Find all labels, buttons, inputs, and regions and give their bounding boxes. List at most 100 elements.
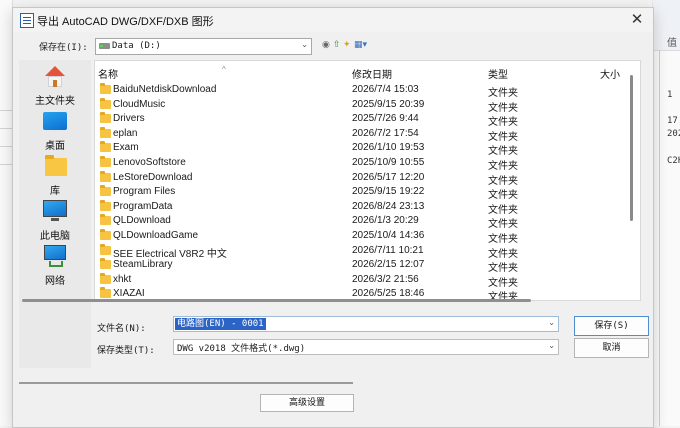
view-menu-icon[interactable]: ▦▾	[354, 39, 367, 50]
folder-icon	[100, 126, 111, 138]
dialog-app-icon	[20, 13, 34, 28]
folder-icon	[100, 214, 111, 226]
save-button[interactable]: 保存(S)	[574, 316, 649, 336]
file-row[interactable]: SteamLibrary 2026/2/15 12:07 文件夹	[95, 258, 623, 274]
place-library[interactable]: 库	[19, 152, 91, 197]
column-divider	[659, 50, 660, 426]
file-row[interactable]: LeStoreDownload 2026/5/17 12:20 文件夹	[95, 170, 623, 187]
advanced-settings-button[interactable]: 高级设置	[260, 394, 354, 412]
grid-line	[0, 110, 12, 111]
file-name: LenovoSoftstore	[113, 157, 186, 168]
place-desktop[interactable]: 桌面	[19, 107, 91, 152]
places-bar: 主文件夹 桌面 库 此电脑 网络	[19, 60, 91, 368]
filename-value: 电路图(EN) - 0001	[175, 318, 266, 330]
file-modified: 2026/7/2 17:54	[352, 127, 419, 139]
place-network[interactable]: 网络	[19, 242, 91, 287]
background-property-panel: 值 1 17. 202 C2H	[652, 0, 680, 426]
file-row[interactable]: Program Files 2025/9/15 19:22 文件夹	[95, 185, 623, 201]
column-header-label: 名称	[98, 70, 118, 81]
new-folder-icon[interactable]: ✦	[343, 39, 351, 50]
chevron-down-icon: ⌄	[548, 341, 555, 350]
file-row[interactable]: CloudMusic 2025/9/15 20:39 文件夹	[95, 97, 623, 114]
filetype-dropdown[interactable]: DWG v2018 文件格式(*.dwg) ⌄	[173, 339, 559, 355]
file-modified: 2026/1/3 20:29	[352, 215, 419, 227]
file-modified: 2026/5/25 18:46	[352, 288, 425, 300]
title-bar: 导出 AutoCAD DWG/DXF/DXB 图形 ✕	[13, 8, 653, 32]
file-row[interactable]: BaiduNetdiskDownload 2026/7/4 15:03 文件夹	[95, 83, 623, 99]
save-in-value: Data (D:)	[112, 41, 161, 51]
sort-up-icon: ^	[222, 65, 226, 74]
column-header-name[interactable]: 名称 ^	[98, 65, 226, 81]
network-icon	[44, 245, 66, 267]
column-header-size[interactable]: 大小	[600, 66, 620, 81]
property-value: 1	[667, 90, 673, 100]
file-row[interactable]: eplan 2026/7/2 17:54 文件夹	[95, 126, 623, 143]
grid-line	[0, 146, 12, 147]
computer-icon	[43, 200, 67, 221]
file-list[interactable]: 名称 ^ 修改日期 类型 大小 BaiduNetdiskDownload 2026…	[94, 60, 641, 301]
vertical-scrollbar[interactable]	[624, 75, 639, 299]
save-in-dropdown[interactable]: Data (D:) ⌄	[95, 38, 312, 55]
file-name: Program Files	[113, 186, 176, 198]
library-icon	[45, 155, 67, 176]
file-modified: 2025/9/15 19:22	[352, 186, 425, 198]
file-modified: 2025/7/26 9:44	[352, 113, 419, 125]
up-folder-icon[interactable]: ⇧	[333, 39, 341, 50]
file-name: SteamLibrary	[113, 259, 173, 271]
folder-icon	[100, 112, 111, 124]
file-name: Exam	[113, 142, 139, 154]
file-row[interactable]: xhkt 2026/3/2 21:56 文件夹	[95, 272, 623, 289]
close-icon[interactable]: ✕	[625, 10, 649, 30]
folder-icon	[100, 156, 111, 167]
file-name: BaiduNetdiskDownload	[113, 84, 217, 95]
column-header-type[interactable]: 类型	[488, 66, 508, 81]
file-modified: 2026/8/24 23:13	[352, 200, 425, 212]
place-label: 桌面	[45, 141, 65, 152]
file-modified: 2025/10/4 14:36	[352, 230, 425, 241]
cancel-button[interactable]: 取消	[574, 338, 649, 358]
file-name: XIAZAI	[113, 288, 145, 300]
save-in-label: 保存在(I):	[39, 43, 88, 53]
file-modified: 2026/2/15 12:07	[352, 259, 425, 271]
progress-separator	[19, 382, 353, 384]
home-icon	[45, 66, 65, 88]
file-row[interactable]: Exam 2026/1/10 19:53 文件夹	[95, 141, 623, 157]
folder-icon	[100, 185, 111, 197]
back-icon[interactable]: ◉	[322, 39, 330, 50]
column-header-modified[interactable]: 修改日期	[352, 66, 392, 81]
file-name: xhkt	[113, 273, 132, 285]
dialog-title: 导出 AutoCAD DWG/DXF/DXB 图形	[37, 16, 214, 28]
scrollbar-thumb[interactable]	[630, 75, 633, 221]
place-this-pc[interactable]: 此电脑	[19, 197, 91, 242]
value-column-header: 值	[667, 38, 677, 49]
place-label: 主文件夹	[35, 96, 75, 107]
file-row[interactable]: Drivers 2025/7/26 9:44 文件夹	[95, 112, 623, 128]
file-row[interactable]: ProgramData 2026/8/24 23:13 文件夹	[95, 199, 623, 216]
grid-line	[0, 128, 12, 129]
folder-icon	[100, 243, 111, 255]
folder-icon	[100, 97, 111, 109]
folder-icon	[100, 83, 111, 94]
filename-input[interactable]: 电路图(EN) - 0001 ⌄	[173, 316, 559, 332]
file-modified: 2026/7/4 15:03	[352, 84, 419, 95]
file-name: QLDownloadGame	[113, 230, 199, 241]
chevron-down-icon[interactable]: ⌄	[548, 318, 555, 327]
property-value: C2H	[667, 156, 680, 166]
file-name: ProgramData	[113, 200, 173, 212]
file-row[interactable]: LenovoSoftstore 2025/10/9 10:55 文件夹	[95, 156, 623, 172]
file-row[interactable]: QLDownload 2026/1/3 20:29 文件夹	[95, 214, 623, 230]
property-value: 202	[667, 129, 680, 139]
file-modified: 2026/7/11 10:21	[352, 244, 424, 256]
property-value: 17.	[667, 116, 680, 126]
folder-icon	[100, 199, 111, 211]
file-row[interactable]: QLDownloadGame 2025/10/4 14:36 文件夹	[95, 229, 623, 245]
file-row[interactable]: SEE Electrical V8R2 中文 2026/7/11 10:21 文件夹	[95, 243, 623, 260]
file-modified: 2026/1/10 19:53	[352, 142, 425, 154]
export-dialog: 导出 AutoCAD DWG/DXF/DXB 图形 ✕ 保存在(I): Data…	[12, 7, 654, 428]
chevron-down-icon: ⌄	[301, 40, 308, 49]
horizontal-scrollbar[interactable]	[22, 299, 531, 302]
file-modified: 2025/9/15 20:39	[352, 98, 425, 110]
filetype-value: DWG v2018 文件格式(*.dwg)	[177, 344, 306, 354]
place-home[interactable]: 主文件夹	[19, 62, 91, 107]
folder-icon	[100, 287, 111, 299]
